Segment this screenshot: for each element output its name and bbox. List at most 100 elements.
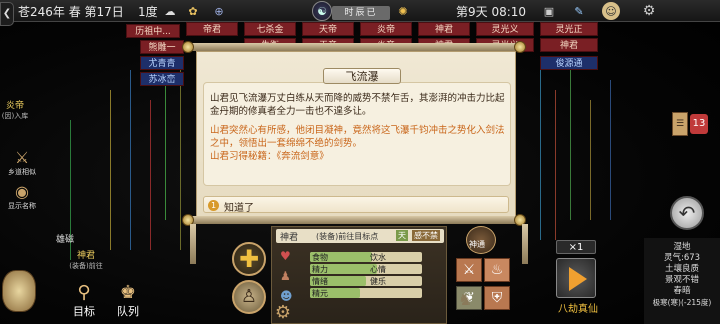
grid-cell[interactable]: 俊源通 [540, 56, 598, 70]
display-name-button[interactable]: ◉ 显示名称 [4, 182, 40, 211]
terrain-line: 极寒(寒)(-215度) [652, 298, 712, 307]
settings-gear-icon[interactable]: ⚙ [640, 2, 658, 20]
character-tag: 天 [396, 230, 408, 241]
save-icon[interactable]: ▣ [540, 2, 558, 20]
top-status-bar: ❮ 苍246年 春 第17日 1度 ☁ ✿ ⊕ ☯ 时辰已 ✺ 第9天 08:1… [0, 0, 720, 26]
character-name: 神君 [280, 233, 299, 243]
world-streak [570, 60, 571, 220]
goal-button[interactable]: ⚲ 目标 [64, 282, 104, 322]
goal-label: 目标 [73, 305, 95, 318]
world-streak [590, 100, 591, 220]
terrain-line: 湿地 [673, 242, 691, 252]
grid-cell[interactable]: 灵光义 [476, 22, 534, 36]
add-button[interactable]: ✚ [232, 242, 266, 276]
taiji-icon[interactable]: ☯ [312, 1, 332, 21]
world-streak [180, 60, 181, 250]
grid-cell[interactable]: 灵光正 [540, 22, 598, 36]
team-icon: ♚ [119, 282, 137, 303]
dialog-reward-text: 山君习得秘籍：《奔流剑意》 [210, 151, 329, 162]
wind-icon: ☁ [164, 4, 176, 18]
option-label: 知道了 [224, 203, 254, 214]
world-streak [555, 90, 556, 240]
stat-label: 健乐 [370, 277, 386, 286]
terrain-info-panel: 湿地 灵气:673 土壤良质 景观不错 春暗 极寒(寒)(-215度) [644, 238, 720, 324]
grid-cell[interactable]: 神君 [418, 22, 470, 36]
speed-indicator[interactable]: ×1 [556, 240, 596, 254]
avatar-icon[interactable]: ☺ [602, 2, 620, 20]
calendar-date: 苍246年 春 第17日 [18, 5, 124, 19]
skill-tile-shield[interactable]: ⛨ [484, 286, 510, 310]
world-streak [110, 90, 111, 250]
dialog-option-acknowledge[interactable]: 1 知道了 [203, 196, 509, 214]
world-map-icon[interactable]: ⊕ [210, 2, 228, 20]
left-name-label: 炎帝 (因)入库 [0, 98, 30, 121]
unit-name-label: 神君 (装备)前往 [64, 248, 108, 271]
character-action: (装备)前往目标点 [316, 232, 379, 241]
temperature-level: 1度 [138, 5, 158, 19]
character-status-panel: 神君 (装备)前往目标点 天 感不禁 ♥ ♟ ☻ 食物 饮水 精力 心情 情绪 … [271, 226, 447, 324]
stat-label: 心情 [370, 265, 386, 274]
display-label: 显示名称 [8, 202, 36, 210]
time-of-day-banner: 时辰已 [332, 6, 390, 20]
scroll-knob-icon [514, 41, 526, 53]
terrain-line: 灵气:673 [663, 253, 701, 263]
unit-name-label: 雄磁 [50, 232, 80, 245]
eye-icon: ◉ [15, 182, 29, 201]
scroll-icon: ☰ [672, 112, 688, 136]
terrain-line: 春暗 [673, 286, 691, 296]
dialog-paragraph-highlight: 山君突然心有所感，他闭目凝神，竟然将这飞瀑千钧冲击之势化入剑法之中，领悟出一套绵… [210, 125, 505, 149]
divine-power-button[interactable]: 神通 [466, 226, 496, 254]
dialog-body: 山君见飞流瀑万丈白练从天而降的威势不禁乍舌，其澎湃的冲击力比起金丹期的修真者全力… [210, 92, 510, 163]
skill-tile-flame[interactable]: ♨ [484, 258, 510, 282]
team-button[interactable]: ♚ 队列 [108, 282, 148, 322]
mood-icon: ☻ [280, 289, 293, 303]
scroll-knob-icon [182, 41, 194, 53]
brush-icon[interactable]: ✎ [570, 2, 588, 20]
figure-icon: ♞ [458, 290, 473, 309]
grid-cell[interactable]: 熊雕一 [140, 40, 184, 54]
character-avatar-button[interactable]: ♙ [232, 280, 266, 314]
skill-tile-sword[interactable]: ⚔ [456, 258, 482, 282]
panel-header: 神君 (装备)前往目标点 天 感不禁 [276, 229, 444, 243]
follow-button[interactable]: ⚔ 乡道相似 [4, 148, 40, 177]
person-icon: ♟ [280, 269, 291, 283]
stat-row: 精力 心情 [310, 264, 422, 274]
grid-cell[interactable]: 七杀金 [244, 22, 296, 36]
undo-button[interactable]: ↶ [670, 196, 704, 230]
grid-cell[interactable]: 尤青青 [140, 56, 184, 70]
realm-label: 八劫真仙 [558, 304, 598, 315]
unit-name: 雄磁 [55, 235, 74, 245]
character-tag: 感不禁 [412, 230, 440, 241]
gear-icon[interactable]: ⚙ [272, 302, 294, 324]
back-button[interactable]: ❮ [0, 2, 14, 26]
stat-label: 饮水 [370, 253, 386, 262]
grid-cell[interactable]: 苏冰峦 [140, 72, 184, 86]
world-streak [150, 100, 151, 250]
follow-label: 乡道相似 [8, 168, 36, 176]
grid-cell[interactable]: 帝君 [186, 22, 238, 36]
play-button[interactable] [556, 258, 596, 298]
dialog-title: 飞流瀑 [323, 68, 401, 84]
gourd-icon[interactable] [2, 270, 36, 312]
world-streak [540, 70, 541, 240]
sword-icon: ⚔ [14, 148, 30, 167]
sun-icon: ✺ [398, 4, 408, 18]
badge-count: 13 [690, 114, 708, 134]
grid-cell[interactable]: 炎帝 [360, 22, 412, 36]
grid-cell[interactable]: 神君 [540, 38, 598, 52]
unit-name: 炎帝 [5, 101, 24, 111]
terrain-line: 景观不错 [664, 275, 699, 285]
day-time: 第9天 08:10 [456, 5, 527, 19]
stat-label: 食物 [312, 253, 328, 262]
grid-cell[interactable]: 天帝 [302, 22, 354, 36]
event-badge[interactable]: ☰ 13 [668, 112, 712, 140]
goal-icon: ⚲ [77, 282, 91, 303]
option-number: 1 [208, 200, 219, 211]
stat-label: 情绪 [312, 277, 328, 286]
stat-label: 精力 [312, 265, 328, 274]
stat-row: 情绪 健乐 [310, 276, 422, 286]
stat-label: 精元 [312, 289, 328, 298]
scroll-bottom-rod [182, 214, 526, 226]
flower-icon: ✿ [188, 4, 198, 18]
grid-cell[interactable]: 历祖中... [126, 24, 180, 38]
